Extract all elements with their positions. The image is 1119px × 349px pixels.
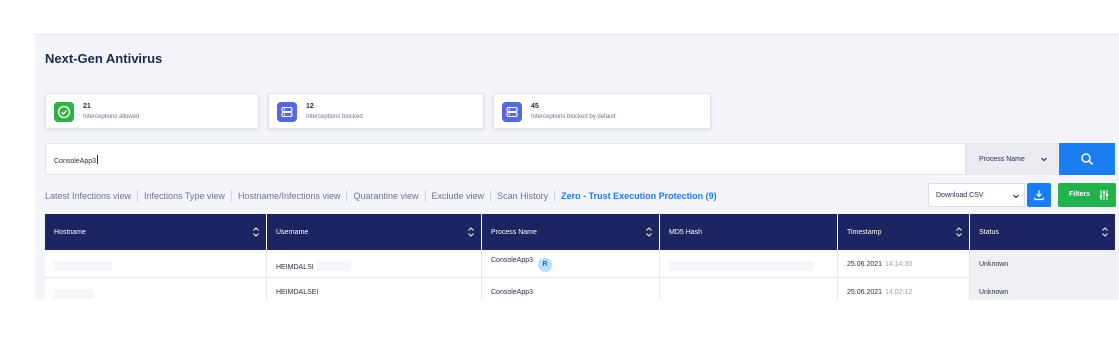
stat-card-blocked[interactable]: 12 Interceptions blocked xyxy=(268,93,484,129)
download-csv-select[interactable]: Download CSV xyxy=(928,183,1025,207)
antivirus-panel: Next-Gen Antivirus 21 Interceptions allo… xyxy=(35,34,1119,300)
search-field-select[interactable]: Process Name xyxy=(966,143,1058,175)
column-header-timestamp[interactable]: Timestamp xyxy=(838,214,970,250)
column-header-label: Process Name xyxy=(491,229,537,236)
column-header-hostname[interactable]: Hostname xyxy=(45,214,267,250)
search-value: ConsoleApp3 xyxy=(54,158,97,165)
text-caret xyxy=(97,155,99,164)
tab-zero-trust[interactable]: Zero - Trust Execution Protection (9) xyxy=(555,190,723,202)
process-badge[interactable]: R xyxy=(538,257,553,272)
column-header-label: MD5 Hash xyxy=(669,229,703,236)
cell-username: HEIMDALSEI xyxy=(267,278,482,300)
stat-card-blocked-default[interactable]: 45 Interceptions blocked by default xyxy=(493,93,711,129)
cell-process-name: ConsoleApp3 xyxy=(482,278,660,300)
interceptions-table: Hostname Username Process Name MD5 Hash … xyxy=(45,214,1115,300)
sliders-icon xyxy=(1099,190,1109,200)
cell-timestamp: 25.06.2021 14:14:30 xyxy=(838,250,970,278)
cell-status: Unknown xyxy=(970,250,1115,278)
chevron-down-icon xyxy=(1013,194,1019,199)
tab-scan-history[interactable]: Scan History xyxy=(491,190,556,202)
filters-button[interactable]: Filters xyxy=(1058,183,1116,207)
cell-time: 14:14:30 xyxy=(885,261,913,268)
column-header-label: Hostname xyxy=(54,229,86,236)
table-row[interactable]: HEIMDALSEI ConsoleApp3 25.06.2021 14:02:1… xyxy=(45,278,1115,300)
column-header-md5-hash[interactable]: MD5 Hash xyxy=(660,214,838,250)
tab-quarantine[interactable]: Quarantine view xyxy=(347,190,426,202)
server-icon xyxy=(502,102,522,122)
search-input[interactable]: ConsoleApp3 xyxy=(45,143,966,175)
redacted-value xyxy=(316,261,351,271)
cell-hostname xyxy=(45,278,267,300)
cell-username: HEIMDALSI xyxy=(267,250,482,278)
sort-icon xyxy=(468,227,474,237)
view-tabs: Latest Infections view Infections Type v… xyxy=(45,189,723,203)
server-icon xyxy=(277,102,297,122)
stat-card-allowed[interactable]: 21 Interceptions allowed xyxy=(45,93,259,129)
column-header-label: Status xyxy=(979,229,999,236)
search-value-wrapper: ConsoleApp3 xyxy=(54,155,99,165)
tab-hostname-infections[interactable]: Hostname/Infections view xyxy=(232,190,348,202)
cell-hostname xyxy=(45,250,267,278)
search-field-label: Process Name xyxy=(979,156,1025,163)
cell-date: 25.06.2021 xyxy=(847,261,883,268)
cell-md5-hash xyxy=(660,278,838,300)
column-header-status[interactable]: Status xyxy=(970,214,1115,250)
column-header-process-name[interactable]: Process Name xyxy=(482,214,660,250)
search-icon xyxy=(1081,153,1094,166)
stat-count: 21 xyxy=(83,103,91,110)
cell-timestamp: 25.06.2021 14:02:12 xyxy=(838,278,970,300)
sort-icon xyxy=(1102,227,1108,237)
cell-status: Unknown xyxy=(970,278,1115,300)
page-title: Next-Gen Antivirus xyxy=(45,51,163,66)
search-button[interactable] xyxy=(1059,143,1115,175)
tab-latest-infections[interactable]: Latest Infections view xyxy=(45,190,139,202)
stat-label: Interceptions allowed xyxy=(83,114,140,120)
stat-label: Interceptions blocked xyxy=(306,114,363,120)
redacted-value xyxy=(54,261,112,271)
filters-label: Filters xyxy=(1069,191,1091,198)
cell-process-text: ConsoleApp3 xyxy=(491,289,534,296)
stat-count: 12 xyxy=(306,103,314,110)
cell-process-name: ConsoleApp3 R xyxy=(482,250,660,278)
column-header-label: Username xyxy=(276,229,309,236)
column-header-username[interactable]: Username xyxy=(267,214,482,250)
table-header: Hostname Username Process Name MD5 Hash … xyxy=(45,214,1115,250)
table-row[interactable]: HEIMDALSI ConsoleApp3 R 25.06.2021 14:14:3… xyxy=(45,250,1115,278)
check-icon xyxy=(54,102,74,122)
stat-count: 45 xyxy=(531,103,539,110)
download-icon xyxy=(1034,190,1044,201)
sort-icon xyxy=(956,227,962,237)
chevron-down-icon xyxy=(1041,157,1047,162)
cell-username-text: HEIMDALSI xyxy=(276,264,314,271)
download-button[interactable] xyxy=(1027,183,1051,207)
tab-infections-type[interactable]: Infections Type view xyxy=(138,190,232,202)
tab-exclude[interactable]: Exclude view xyxy=(426,190,492,202)
redacted-value xyxy=(669,261,814,271)
cell-date: 25.06.2021 xyxy=(847,289,883,296)
cell-username-text: HEIMDALSEI xyxy=(276,289,319,296)
column-header-label: Timestamp xyxy=(847,229,882,236)
sort-icon xyxy=(253,227,259,237)
redacted-value xyxy=(54,289,94,299)
cell-time: 14:02:12 xyxy=(885,289,913,296)
cell-md5-hash xyxy=(660,250,838,278)
cell-process-text: ConsoleApp3 xyxy=(491,257,534,264)
download-csv-label: Download CSV xyxy=(936,192,984,199)
stat-label: Interceptions blocked by default xyxy=(531,114,616,120)
sort-icon xyxy=(646,227,652,237)
